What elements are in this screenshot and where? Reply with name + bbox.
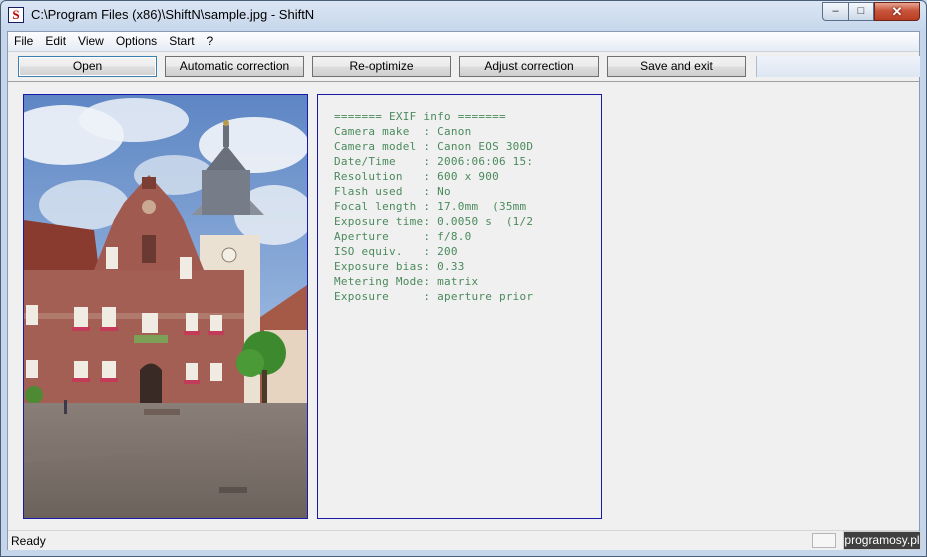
minimize-icon: – (832, 5, 839, 17)
menu-help[interactable]: ? (201, 32, 220, 51)
menu-start[interactable]: Start (163, 32, 200, 51)
exif-header: ======= EXIF info ======= (334, 110, 506, 123)
exif-aperture: Aperture : f/8.0 (334, 230, 472, 243)
status-text: Ready (11, 534, 46, 548)
exif-metering-mode: Metering Mode: matrix (334, 275, 479, 288)
image-preview[interactable] (23, 94, 308, 519)
status-bar: Ready programosy.pl (8, 530, 921, 550)
app-icon[interactable]: S (8, 7, 24, 23)
window-controls: – □ ✕ (822, 2, 920, 21)
watermark-badge: programosy.pl (843, 531, 921, 550)
exif-camera-model: Camera model : Canon EOS 300D (334, 140, 534, 153)
maximize-button[interactable]: □ (848, 2, 874, 21)
app-window: S C:\Program Files (x86)\ShiftN\sample.j… (0, 0, 927, 557)
exif-exposure-program: Exposure : aperture prior (334, 290, 534, 303)
minimize-button[interactable]: – (822, 2, 848, 21)
exif-date-time: Date/Time : 2006:06:06 15: (334, 155, 534, 168)
exif-camera-make: Camera make : Canon (334, 125, 472, 138)
exif-focal-length: Focal length : 17.0mm (35mm (334, 200, 527, 213)
adjust-correction-button[interactable]: Adjust correction (459, 56, 599, 77)
exif-flash-used: Flash used : No (334, 185, 451, 198)
menu-options[interactable]: Options (110, 32, 163, 51)
client-area: File Edit View Options Start ? Open Auto… (7, 31, 921, 550)
title-bar[interactable]: S C:\Program Files (x86)\ShiftN\sample.j… (1, 1, 926, 29)
photo-image (24, 95, 307, 518)
status-pane (812, 533, 836, 548)
open-button[interactable]: Open (18, 56, 157, 77)
toolbar-spacer (756, 56, 920, 77)
menu-file[interactable]: File (8, 32, 39, 51)
menu-edit[interactable]: Edit (39, 32, 72, 51)
reoptimize-button[interactable]: Re-optimize (312, 56, 451, 77)
exif-info-panel: ======= EXIF info ======= Camera make : … (317, 94, 602, 519)
close-icon: ✕ (891, 4, 903, 19)
exif-exposure-time: Exposure time: 0.0050 s (1/2 (334, 215, 534, 228)
automatic-correction-button[interactable]: Automatic correction (165, 56, 304, 77)
exif-iso: ISO equiv. : 200 (334, 245, 458, 258)
exif-exposure-bias: Exposure bias: 0.33 (334, 260, 465, 273)
toolbar: Open Automatic correction Re-optimize Ad… (8, 52, 920, 82)
close-button[interactable]: ✕ (874, 2, 920, 21)
exif-resolution: Resolution : 600 x 900 (334, 170, 499, 183)
maximize-icon: □ (857, 5, 865, 17)
window-title: C:\Program Files (x86)\ShiftN\sample.jpg… (31, 7, 315, 22)
save-and-exit-button[interactable]: Save and exit (607, 56, 746, 77)
menu-view[interactable]: View (72, 32, 110, 51)
menu-bar: File Edit View Options Start ? (8, 32, 919, 52)
